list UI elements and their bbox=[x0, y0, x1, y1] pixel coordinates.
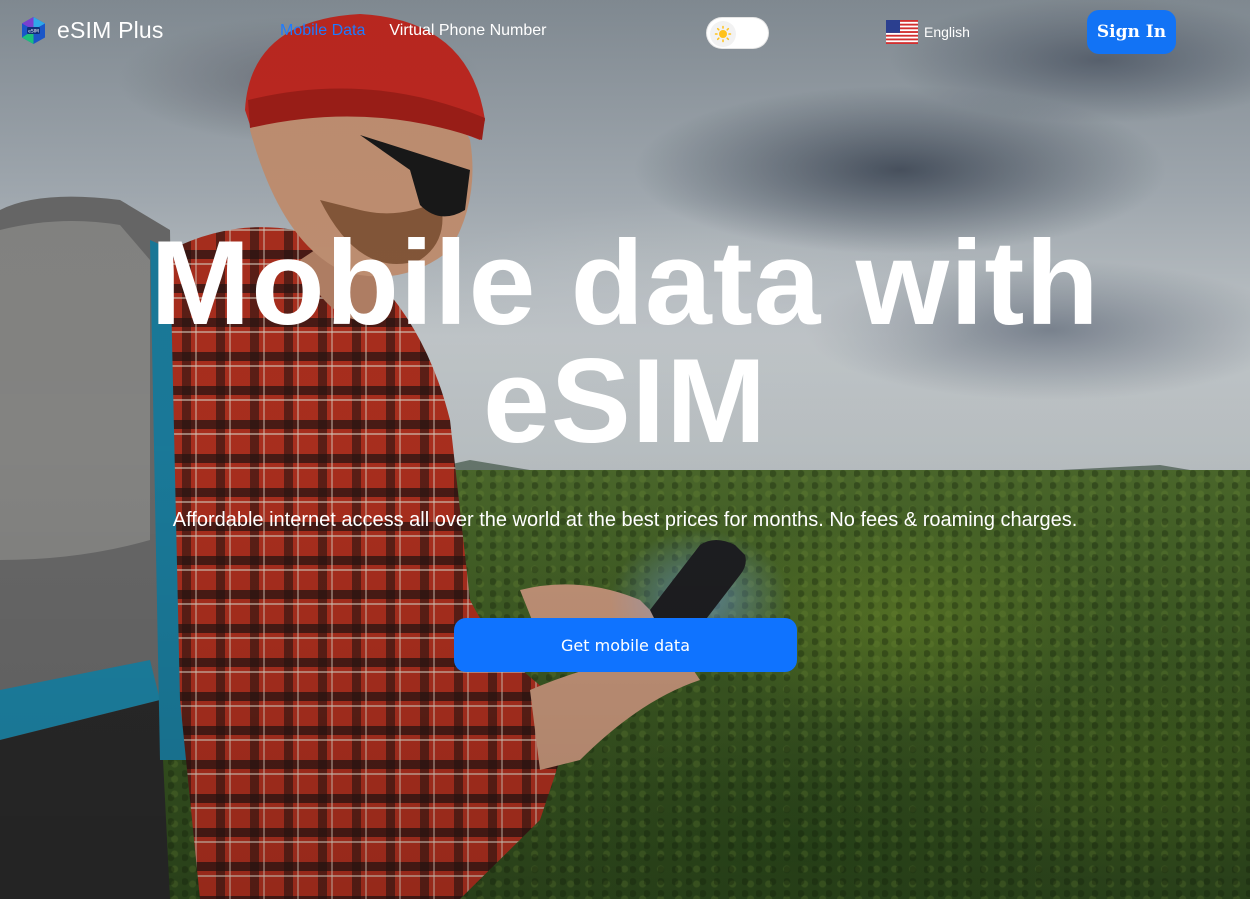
theme-toggle-knob bbox=[710, 21, 736, 47]
main-nav: Mobile Data Virtual Phone Number bbox=[280, 22, 547, 40]
nav-virtual-phone-number[interactable]: Virtual Phone Number bbox=[389, 22, 546, 40]
get-mobile-data-button[interactable]: Get mobile data bbox=[454, 618, 797, 672]
logo[interactable]: eSIM eSIM Plus bbox=[19, 16, 164, 45]
hero-title: Mobile data with eSIM bbox=[0, 223, 1250, 461]
hero-title-line-2: eSIM bbox=[482, 334, 768, 468]
svg-text:eSIM: eSIM bbox=[28, 29, 39, 35]
site-header: eSIM eSIM Plus Mobile Data Virtual Phone… bbox=[0, 0, 1250, 64]
hero-subtitle: Affordable internet access all over the … bbox=[172, 509, 1078, 531]
language-selector[interactable]: English bbox=[886, 20, 970, 44]
esim-plus-logo-icon: eSIM bbox=[22, 17, 45, 44]
nav-mobile-data[interactable]: Mobile Data bbox=[280, 22, 365, 40]
language-label: English bbox=[924, 24, 970, 40]
hero-title-line-1: Mobile data with bbox=[150, 216, 1100, 350]
us-flag-icon bbox=[886, 20, 918, 44]
theme-toggle[interactable] bbox=[706, 17, 769, 49]
sun-icon bbox=[714, 25, 732, 43]
logo-text: eSIM Plus bbox=[57, 17, 164, 43]
sign-in-button[interactable]: Sign In bbox=[1087, 10, 1176, 54]
